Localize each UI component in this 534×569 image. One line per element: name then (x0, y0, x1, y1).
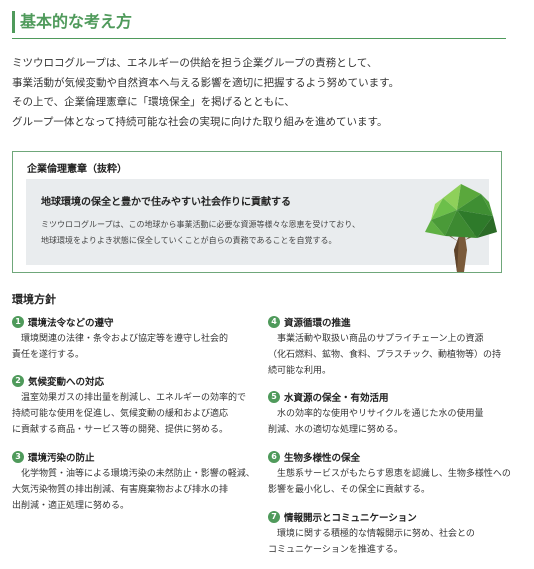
policy-item-line: 環境に関する積極的な情報開示に努め、社会との (277, 529, 475, 539)
policy-item-line: 事業活動や取扱い商品のサプライチェーン上の資源 (277, 334, 484, 344)
policy-item-6: 6 生物多様性の保全 生態系サービスがもたらす恩恵を認識し、生物多様性への 影響を… (268, 450, 511, 498)
section-header: 基本的な考え方 (12, 8, 506, 39)
charter-box: 企業倫理憲章（抜粋） 地球環境の保全と豊かで住みやすい社会作りに貢献する ミツウ… (12, 151, 502, 273)
policy-item-title: 環境汚染の防止 (28, 453, 95, 464)
policy-item-2: 2 気候変動への対応 温室効果ガスの排出量を削減し、エネルギーの効率的で 持続可能… (12, 374, 246, 438)
intro-line: 事業活動が気候変動や自然資本へ与える影響を適切に把握するよう努めています。 (12, 76, 400, 89)
number-badge: 2 (12, 375, 24, 387)
policy-item-1: 1 環境法令などの遵守 環境関連の法律・条令および協定等を遵守し社会的 責任を遂行… (12, 315, 228, 363)
intro-line: ミツウロコグループは、エネルギーの供給を担う企業グループの責務として、 (12, 57, 378, 69)
tree-illustration (425, 184, 497, 272)
policy-item-4: 4 資源循環の推進 事業活動や取扱い商品のサプライチェーン上の資源 （化石燃料、鉱… (268, 315, 501, 379)
intro-paragraph: ミツウロコグループは、エネルギーの供給を担う企業グループの責務として、 事業活動… (12, 54, 399, 132)
policy-item-line: 削減、水の適切な処理に努める。 (268, 425, 404, 435)
policy-item-line: 化学物質・油等による環境汚染の未然防止・影響の軽減、 (21, 469, 255, 479)
page-title: 基本的な考え方 (20, 12, 133, 31)
number-badge: 1 (12, 316, 24, 328)
policy-item-line: 水の効率的な使用やリサイクルを通じた水の使用量 (277, 409, 484, 419)
charter-heading: 地球環境の保全と豊かで住みやすい社会作りに貢献する (41, 197, 291, 208)
policy-item-line: コミュニケーションを推進する。 (268, 545, 403, 555)
policy-item-line: に貢献する商品・サービス等の開発、提供に努める。 (12, 425, 229, 435)
policy-item-3: 3 環境汚染の防止 化学物質・油等による環境汚染の未然防止・影響の軽減、 大気汚染… (12, 450, 255, 514)
charter-title: 企業倫理憲章（抜粋） (27, 164, 127, 175)
policy-item-line: 大気汚染物質の排出削減、有害廃棄物および排水の排 (12, 485, 229, 495)
policy-item-line: 環境関連の法律・条令および協定等を遵守し社会的 (21, 334, 229, 344)
policy-item-title: 情報開示とコミュニケーション (284, 513, 417, 524)
title-accent-bar (12, 11, 15, 33)
policy-title: 環境方針 (12, 293, 56, 306)
number-badge: 7 (268, 511, 280, 523)
number-badge: 4 (268, 316, 280, 328)
policy-item-line: 影響を最小化し、その保全に貢献する。 (268, 485, 431, 495)
number-badge: 6 (268, 451, 280, 463)
intro-line: その上で、企業倫理憲章に「環境保全」を掲げるとともに、 (12, 96, 295, 108)
policy-item-line: 続可能な利用。 (268, 366, 332, 376)
charter-panel: 地球環境の保全と豊かで住みやすい社会作りに貢献する ミツウロコグループは、この地… (26, 179, 489, 265)
policy-item-title: 気候変動への対応 (28, 377, 105, 388)
policy-item-title: 資源循環の推進 (284, 318, 351, 329)
number-badge: 3 (12, 451, 24, 463)
policy-item-title: 生物多様性の保全 (284, 453, 361, 464)
policy-item-7: 7 情報開示とコミュニケーション 環境に関する積極的な情報開示に努め、社会との コ… (268, 510, 475, 558)
policy-item-line: 責任を遂行する。 (12, 350, 85, 360)
number-badge: 5 (268, 391, 280, 403)
intro-line: グループ一体となって持続可能な社会の実現に向けた取り組みを進めています。 (12, 115, 388, 128)
policy-item-line: 持続可能な使用を促進し、気候変動の緩和および適応 (12, 409, 229, 419)
policy-item-line: 温室効果ガスの排出量を削減し、エネルギーの効率的で (21, 393, 247, 403)
policy-item-title: 環境法令などの遵守 (28, 318, 114, 329)
charter-text: ミツウロコグループは、この地球から事業活動に必要な資源等様々な恩恵を受けており、… (41, 217, 360, 249)
charter-line: ミツウロコグループは、この地球から事業活動に必要な資源等様々な恩恵を受けており、 (41, 220, 360, 229)
policy-item-line: 出削減・適正処理に努める。 (12, 501, 130, 511)
policy-item-line: （化石燃料、鉱物、食料、プラスチック、動植物等）の持 (268, 350, 502, 360)
policy-item-line: 生態系サービスがもたらす恩恵を認識し、生物多様性への (277, 469, 511, 479)
policy-item-5: 5 水資源の保全・有効活用 水の効率的な使用やリサイクルを通じた水の使用量 削減、… (268, 390, 484, 438)
policy-item-title: 水資源の保全・有効活用 (284, 393, 389, 404)
charter-line: 地球環境をよりよき状態に保全していくことが自らの責務であることを自覚する。 (41, 236, 337, 245)
